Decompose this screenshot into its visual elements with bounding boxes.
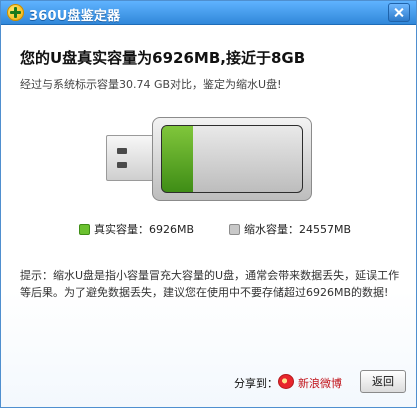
usb-drive-illustration: [106, 117, 312, 201]
main-window: 360U盘鉴定器 您的U盘真实容量为6926MB,接近于8GB 经过与系统标示容…: [0, 0, 417, 408]
back-button[interactable]: 返回: [360, 370, 406, 393]
usb-pin-hole: [117, 148, 127, 154]
shrink-swatch: [229, 224, 240, 235]
share-label: 分享到：: [234, 377, 278, 390]
legend-real: 真实容量：6926MB: [79, 221, 194, 237]
title-bar[interactable]: 360U盘鉴定器: [1, 1, 416, 25]
legend-shrink-label: 缩水容量：24557MB: [244, 223, 352, 236]
weibo-label: 新浪微博: [298, 377, 342, 390]
close-icon[interactable]: [388, 3, 410, 22]
tip-text: 提示：缩水U盘是指小容量冒充大容量的U盘，通常会带来数据丢失，延误工作等后果。为…: [20, 269, 400, 299]
result-subline: 经过与系统标示容量30.74 GB对比，鉴定为缩水U盘!: [20, 78, 282, 91]
usb-body: [152, 117, 312, 201]
real-capacity-fill: [162, 126, 193, 192]
weibo-share-link[interactable]: 新浪微博: [278, 373, 358, 391]
legend-shrink: 缩水容量：24557MB: [229, 221, 351, 237]
app-plus-icon: [7, 4, 24, 21]
usb-pin-hole: [117, 162, 127, 168]
shrink-capacity-fill: [192, 126, 302, 192]
legend-real-label: 真实容量：6926MB: [94, 223, 195, 236]
weibo-icon: [278, 374, 294, 389]
window-title: 360U盘鉴定器: [29, 9, 121, 24]
result-headline: 您的U盘真实容量为6926MB,接近于8GB: [20, 49, 306, 67]
usb-connector: [106, 135, 156, 181]
capacity-gauge: [161, 125, 303, 193]
real-swatch: [79, 224, 90, 235]
